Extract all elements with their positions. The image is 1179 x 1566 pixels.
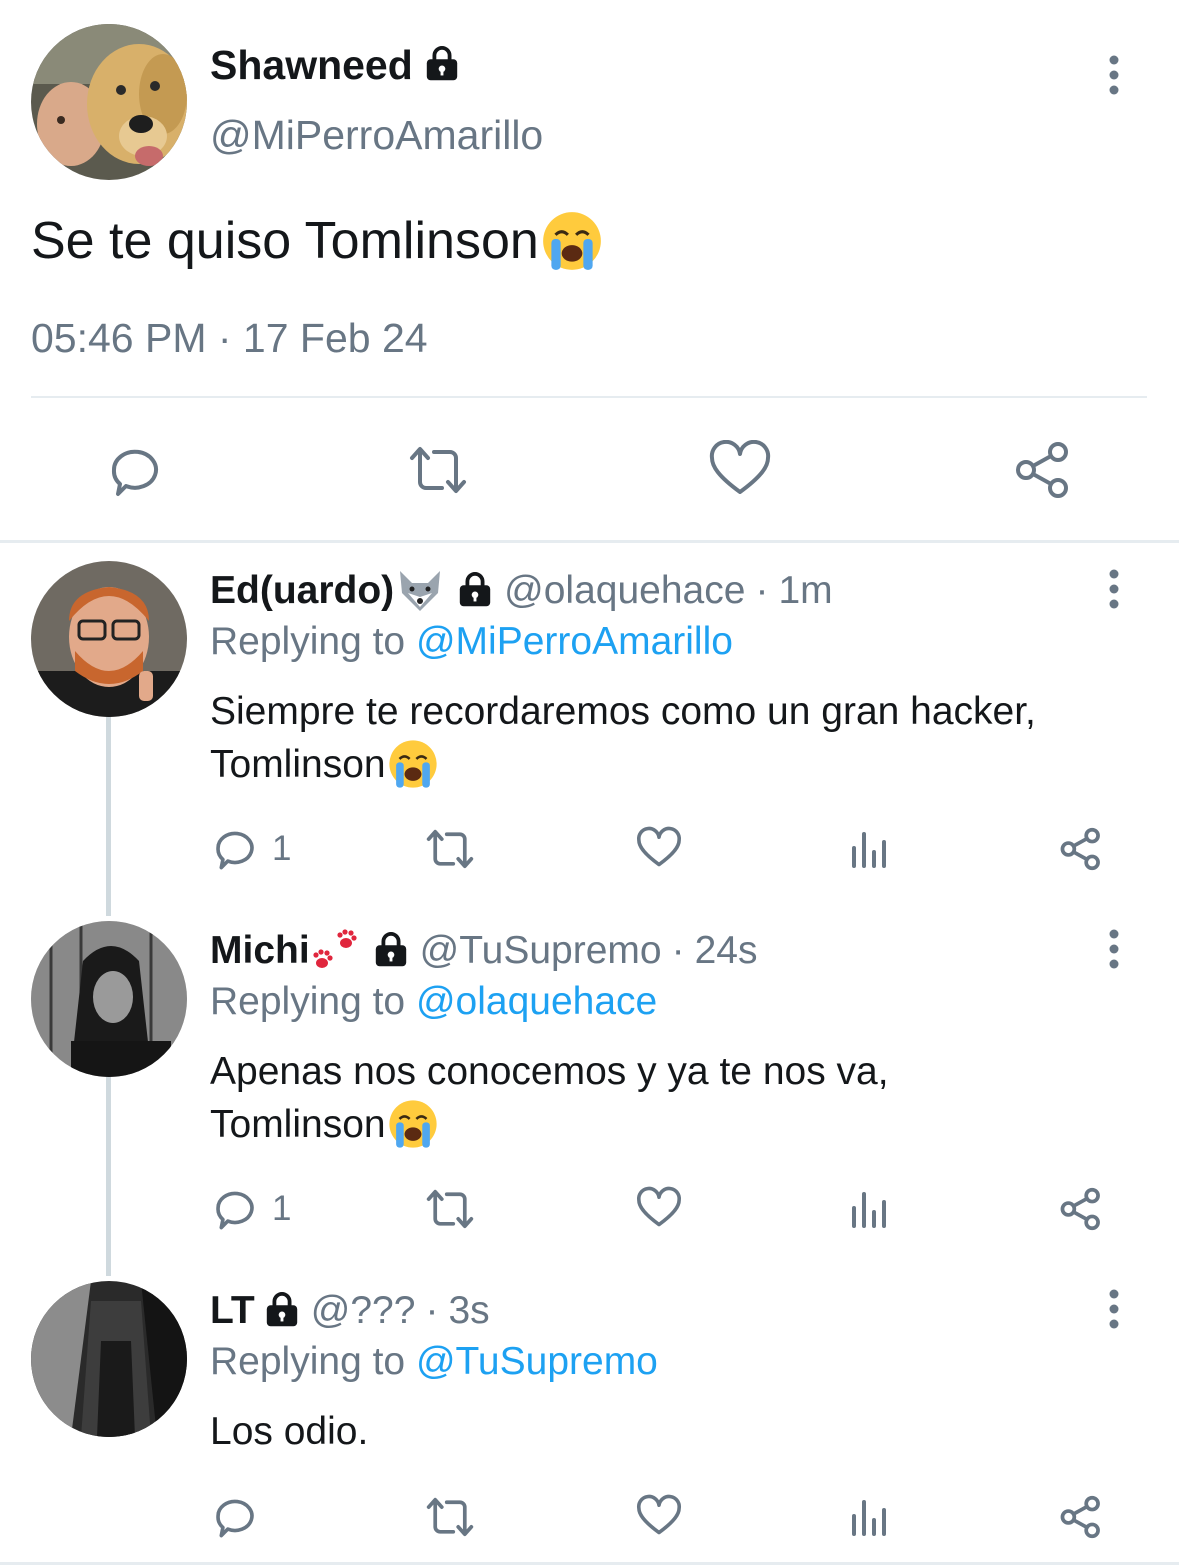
replying-to: Replying to @MiPerroAmarillo	[210, 617, 733, 667]
reply-action-bar	[210, 1492, 1110, 1542]
analytics-icon[interactable]	[850, 1498, 890, 1536]
reply-display-name[interactable]: LT	[210, 1286, 255, 1336]
replying-label: Replying to	[210, 980, 406, 1023]
reply-avatar[interactable]	[31, 561, 187, 717]
separator: ·	[671, 929, 685, 972]
lock-icon	[375, 932, 406, 967]
reply-text: Apenas nos conocemos y ya te nos va, Tom…	[210, 1046, 1150, 1151]
replying-to: Replying to @olaquehace	[210, 977, 657, 1027]
retweet-icon[interactable]	[402, 442, 474, 498]
reply-time: 24s	[694, 929, 758, 972]
reply-count: 1	[272, 1189, 292, 1228]
reply-action-bar: 1	[210, 1184, 1110, 1234]
reply-handle[interactable]: @???	[311, 1286, 416, 1336]
reply-text-line: Apenas nos conocemos y ya te nos va,	[210, 1050, 889, 1093]
reply-icon[interactable]	[210, 1492, 260, 1542]
more-vertical-icon[interactable]	[1104, 928, 1124, 976]
replying-mention-link[interactable]: @MiPerroAmarillo	[416, 620, 733, 663]
more-vertical-icon[interactable]	[1104, 1288, 1124, 1336]
reply-text-line: Los odio.	[210, 1410, 369, 1453]
like-icon[interactable]	[708, 440, 772, 498]
reply-time: 3s	[448, 1289, 490, 1332]
reply-action[interactable]: 1	[210, 824, 291, 874]
reply-header: Ed(uardo) @olaquehace · 1m	[210, 566, 833, 616]
tweet-text: Se te quiso Tomlinson	[31, 208, 605, 274]
wolf-emoji-icon	[400, 571, 441, 611]
analytics-icon[interactable]	[850, 830, 890, 868]
thread-connector	[106, 1076, 111, 1276]
author-avatar[interactable]	[31, 24, 187, 180]
share-icon[interactable]	[1058, 1494, 1104, 1540]
lock-icon	[266, 1292, 297, 1327]
tweet-timestamp: 05:46 PM · 17 Feb 24	[31, 315, 428, 361]
more-vertical-icon[interactable]	[1104, 568, 1124, 616]
share-icon[interactable]	[1058, 826, 1104, 872]
reply-display-name[interactable]: Michi	[210, 926, 310, 976]
crying-face-emoji-icon	[388, 1100, 437, 1148]
more-vertical-icon[interactable]	[1104, 54, 1124, 102]
replying-label: Replying to	[210, 620, 406, 663]
reply-handle[interactable]: @olaquehace	[504, 566, 745, 616]
like-icon[interactable]	[636, 1494, 682, 1538]
tweet-text-content: Se te quiso Tomlinson	[31, 212, 539, 270]
share-icon[interactable]	[1058, 1186, 1104, 1232]
reply-action[interactable]: 1	[210, 1184, 291, 1234]
thread-connector	[106, 716, 111, 916]
reply-text-line: Tomlinson	[210, 1102, 386, 1146]
retweet-icon[interactable]	[420, 826, 480, 872]
replying-to: Replying to @TuSupremo	[210, 1337, 658, 1387]
author-handle[interactable]: @MiPerroAmarillo	[210, 110, 543, 160]
reply-display-name[interactable]: Ed(uardo)	[210, 566, 394, 616]
crying-face-emoji-icon	[388, 740, 437, 788]
reply-handle[interactable]: @TuSupremo	[420, 926, 662, 976]
crying-face-emoji-icon	[542, 212, 601, 270]
like-icon[interactable]	[636, 1186, 682, 1230]
reply-header: LT @??? · 3s	[210, 1286, 490, 1336]
replying-mention-link[interactable]: @olaquehace	[416, 980, 657, 1023]
section-divider	[0, 540, 1179, 543]
reply-text-line: Siempre te recordaremos como un gran hac…	[210, 690, 1036, 733]
like-icon[interactable]	[636, 826, 682, 870]
reply-avatar[interactable]	[31, 1281, 187, 1437]
share-icon[interactable]	[1012, 440, 1074, 500]
retweet-icon[interactable]	[420, 1186, 480, 1232]
separator: ·	[755, 569, 769, 612]
bottom-divider	[0, 1562, 1179, 1565]
author-display-name: Shawneed	[210, 42, 413, 88]
replying-mention-link[interactable]: @TuSupremo	[416, 1340, 658, 1383]
retweet-icon[interactable]	[420, 1494, 480, 1540]
analytics-icon[interactable]	[850, 1190, 890, 1228]
lock-icon	[459, 572, 491, 607]
reply-header: Michi @TuSupremo · 24s	[210, 926, 757, 976]
reply-text: Siempre te recordaremos como un gran hac…	[210, 686, 1150, 791]
paw-prints-emoji-icon	[313, 929, 357, 968]
reply-action-bar: 1	[210, 824, 1110, 874]
separator: ·	[425, 1289, 439, 1332]
divider	[31, 396, 1147, 398]
reply-count: 1	[272, 829, 292, 868]
reply-icon[interactable]	[104, 440, 166, 502]
reply-text-line: Tomlinson	[210, 742, 386, 786]
reply-avatar[interactable]	[31, 921, 187, 1077]
reply-icon[interactable]	[210, 1184, 260, 1234]
replying-label: Replying to	[210, 1340, 406, 1383]
reply-time: 1m	[778, 569, 833, 612]
reply-text: Los odio.	[210, 1406, 1150, 1457]
author-name-row: Shawneed	[210, 40, 461, 90]
lock-icon	[426, 46, 457, 81]
reply-icon[interactable]	[210, 824, 260, 874]
